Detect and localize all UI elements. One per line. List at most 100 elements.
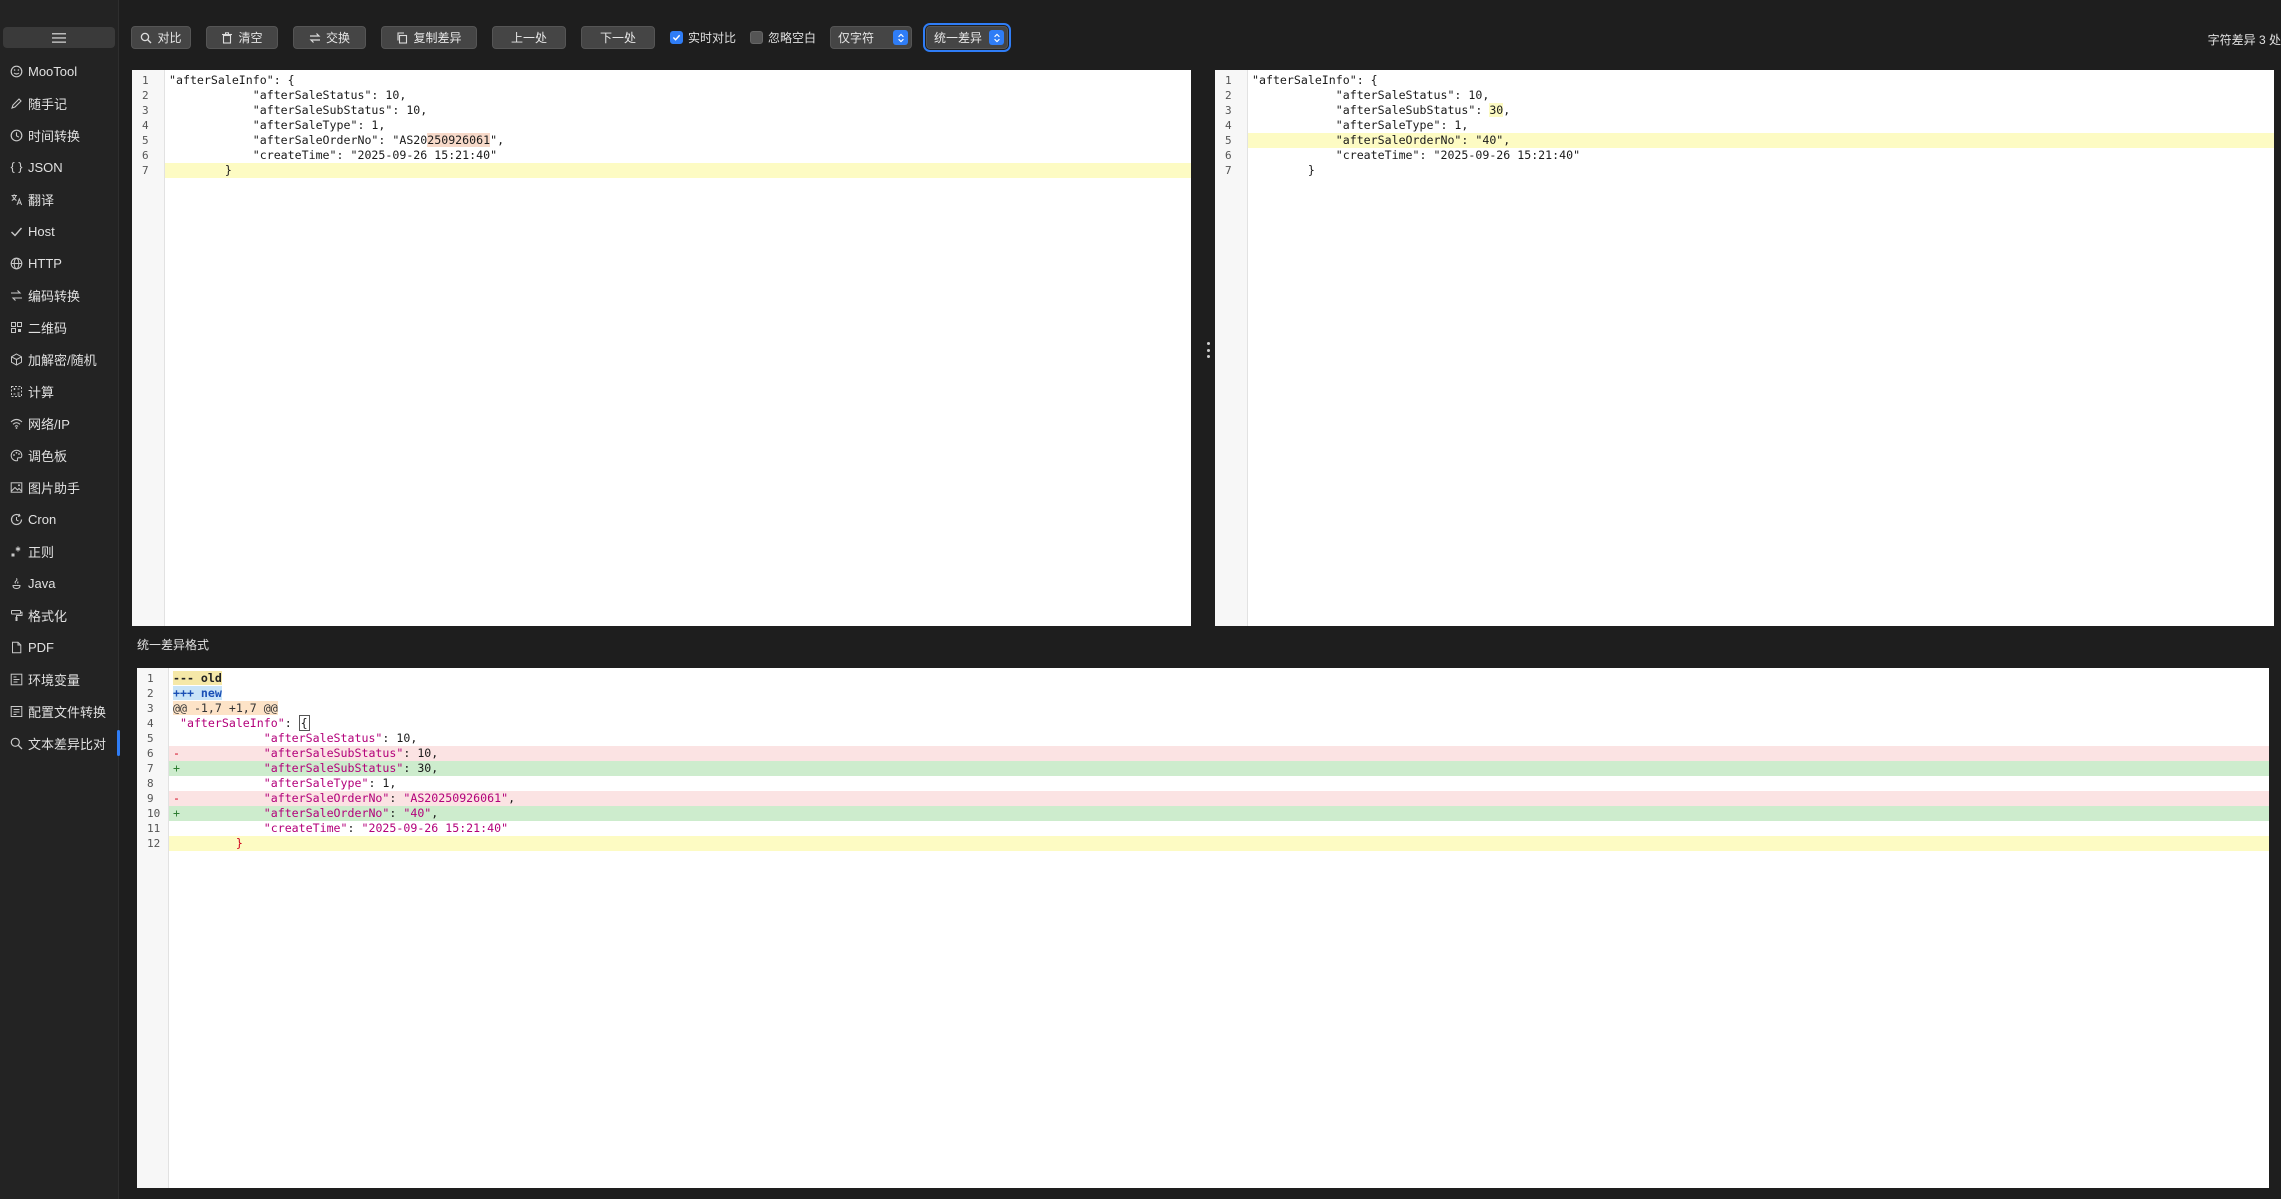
globe-icon bbox=[9, 256, 23, 270]
sidebar: MooTool 随手记 时间转换 JSON 翻译 Host HTTP 编码转换二维码加解密/随… bbox=[0, 0, 120, 1199]
unified-diff-viewer[interactable]: 1 --- old 2 +++ new 3 @@ -1,7 +1,7 @@ 4 "after… bbox=[137, 668, 2269, 1188]
sidebar-item-15[interactable]: 正则 bbox=[0, 535, 119, 567]
sidebar-item-label: 配置文件转换 bbox=[28, 704, 107, 720]
compare-button[interactable]: 对比 bbox=[131, 26, 191, 49]
sidebar-item-20[interactable]: 配置文件转换 bbox=[0, 695, 119, 727]
config-icon bbox=[9, 704, 23, 718]
char-diff-highlight: 250926061 bbox=[427, 133, 491, 147]
editor-line: 2 +++ new bbox=[137, 686, 2269, 701]
compare-label: 对比 bbox=[157, 31, 182, 45]
line-number: 5 bbox=[142, 134, 149, 147]
line-number: 2 bbox=[147, 687, 154, 700]
image-icon bbox=[9, 480, 23, 494]
paint-roller-icon bbox=[9, 608, 23, 622]
line-text: --- old bbox=[173, 671, 222, 685]
sidebar-item-1[interactable]: 随手记 bbox=[0, 87, 119, 119]
unified-diff-title: 统一差异格式 bbox=[137, 638, 210, 652]
sidebar-item-label: Host bbox=[28, 223, 55, 239]
sidebar-item-6[interactable]: HTTP bbox=[0, 247, 119, 279]
editor-line: 11 "createTime": "2025-09-26 15:21:40" bbox=[137, 821, 2269, 836]
editor-line: 1 "afterSaleInfo": { bbox=[132, 73, 1191, 88]
line-text: "afterSaleStatus": 10, bbox=[1252, 88, 1490, 102]
sidebar-item-19[interactable]: 环境变量 bbox=[0, 663, 119, 695]
editor-line: 7 } bbox=[1215, 163, 2274, 178]
editor-line: 2 "afterSaleStatus": 10, bbox=[132, 88, 1191, 103]
view-mode-value: 统一差异 bbox=[934, 31, 983, 45]
editor-line: 3 @@ -1,7 +1,7 @@ bbox=[137, 701, 2269, 716]
realtime-compare-checkbox[interactable]: 实时对比 bbox=[670, 29, 736, 46]
menu-toggle-button[interactable] bbox=[3, 27, 115, 48]
sidebar-item-label: HTTP bbox=[28, 255, 62, 271]
line-text: "createTime": "2025-09-26 15:21:40" bbox=[1252, 148, 1581, 162]
split-handle[interactable] bbox=[1207, 342, 1210, 358]
palette-icon bbox=[9, 448, 23, 462]
line-text: "afterSaleType": 1, bbox=[169, 118, 386, 132]
sidebar-item-12[interactable]: 调色板 bbox=[0, 439, 119, 471]
prev-diff-button[interactable]: 上一处 bbox=[492, 26, 566, 49]
line-number: 3 bbox=[142, 104, 149, 117]
sidebar-item-2[interactable]: 时间转换 bbox=[0, 119, 119, 151]
editor-line: 4 "afterSaleType": 1, bbox=[132, 118, 1191, 133]
sidebar-item-9[interactable]: 加解密/随机 bbox=[0, 343, 119, 375]
copy-diff-button[interactable]: 复制差异 bbox=[381, 26, 477, 49]
line-number: 1 bbox=[147, 672, 154, 685]
sidebar-item-label: 环境变量 bbox=[28, 672, 81, 688]
realtime-compare-label: 实时对比 bbox=[688, 31, 737, 45]
line-text: + "afterSaleSubStatus": 30, bbox=[169, 761, 2269, 776]
line-number: 11 bbox=[147, 822, 161, 835]
ignore-whitespace-checkbox[interactable]: 忽略空白 bbox=[750, 29, 816, 46]
sidebar-item-21[interactable]: 文本差异比对 bbox=[0, 727, 120, 759]
view-mode-select[interactable]: 统一差异 bbox=[923, 23, 1012, 52]
sidebar-item-label: 网络/IP bbox=[28, 416, 70, 432]
line-text: "afterSaleOrderNo": "AS20250926061", bbox=[169, 133, 505, 147]
sidebar-item-label: 加解密/随机 bbox=[28, 352, 97, 368]
sidebar-item-13[interactable]: 图片助手 bbox=[0, 471, 119, 503]
sidebar-item-14[interactable]: Cron bbox=[0, 503, 119, 535]
sidebar-item-3[interactable]: JSON bbox=[0, 151, 119, 183]
line-number: 3 bbox=[147, 702, 154, 715]
prev-diff-label: 上一处 bbox=[510, 31, 547, 45]
sidebar-item-5[interactable]: Host bbox=[0, 215, 119, 247]
line-number: 8 bbox=[147, 777, 154, 790]
cron-icon bbox=[9, 512, 23, 526]
line-number: 7 bbox=[147, 762, 154, 775]
clock-icon bbox=[9, 128, 23, 142]
sidebar-item-label: PDF bbox=[28, 639, 54, 655]
left-text-editor[interactable]: 1 "afterSaleInfo": {2 "afterSaleStatus": … bbox=[132, 70, 1191, 626]
select-arrows-icon bbox=[989, 30, 1005, 45]
line-number: 7 bbox=[142, 164, 149, 177]
line-text: "createTime": "2025-09-26 15:21:40" bbox=[263, 821, 509, 835]
editor-line: 9 - "afterSaleOrderNo": "AS20250926061", bbox=[137, 791, 2269, 806]
editor-line: 6 "createTime": "2025-09-26 15:21:40" bbox=[132, 148, 1191, 163]
line-text: "afterSaleSubStatus": 30, bbox=[1252, 103, 1511, 117]
clear-button[interactable]: 清空 bbox=[206, 26, 278, 49]
sidebar-item-18[interactable]: PDF bbox=[0, 631, 119, 663]
sidebar-item-4[interactable]: 翻译 bbox=[0, 183, 119, 215]
swap-label: 交换 bbox=[325, 31, 350, 45]
sidebar-item-17[interactable]: 格式化 bbox=[0, 599, 119, 631]
editor-line: 5 "afterSaleStatus": 10, bbox=[137, 731, 2269, 746]
sidebar-item-11[interactable]: 网络/IP bbox=[0, 407, 119, 439]
swap-button[interactable]: 交换 bbox=[293, 26, 366, 49]
right-text-editor[interactable]: 1 "afterSaleInfo": {2 "afterSaleStatus": … bbox=[1215, 70, 2274, 626]
sidebar-item-8[interactable]: 二维码 bbox=[0, 311, 119, 343]
next-diff-button[interactable]: 下一处 bbox=[581, 26, 655, 49]
sidebar-item-10[interactable]: 计算 bbox=[0, 375, 119, 407]
sidebar-item-label: Java bbox=[28, 575, 56, 591]
editor-line: 3 "afterSaleSubStatus": 30, bbox=[1215, 103, 2274, 118]
toolbar: 对比 清空 交换 复制差异 上一处 下一处 实时对比 忽略空白 仅字符 统一差异 bbox=[131, 23, 1022, 52]
line-number: 6 bbox=[142, 149, 149, 162]
line-text: +++ new bbox=[173, 686, 222, 700]
sidebar-item-7[interactable]: 编码转换 bbox=[0, 279, 119, 311]
cube-icon bbox=[9, 352, 23, 366]
granularity-select[interactable]: 仅字符 bbox=[830, 26, 913, 49]
sidebar-item-16[interactable]: Java bbox=[0, 567, 119, 599]
sidebar-item-label: 二维码 bbox=[28, 320, 68, 336]
line-text: } bbox=[165, 163, 1191, 178]
sidebar-item-0[interactable]: MooTool bbox=[0, 55, 119, 87]
sidebar-item-label: 正则 bbox=[28, 544, 55, 560]
line-number: 6 bbox=[147, 747, 154, 760]
line-text: "afterSaleType": 1, bbox=[263, 776, 397, 790]
swap-icon bbox=[9, 288, 23, 302]
search-icon bbox=[9, 736, 23, 750]
